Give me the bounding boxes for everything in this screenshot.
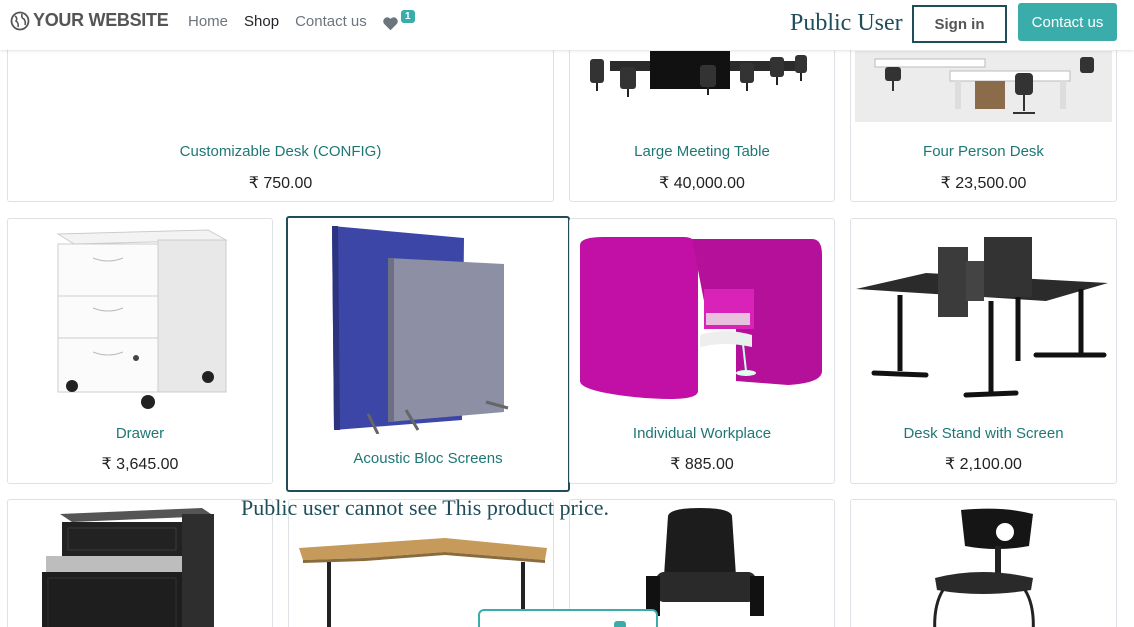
- product-price: ₹ 2,100.00: [945, 456, 1022, 473]
- product-name[interactable]: Large Meeting Table: [570, 143, 834, 160]
- contact-us-button[interactable]: Contact us: [1018, 3, 1117, 41]
- sign-in-button[interactable]: Sign in: [912, 5, 1007, 43]
- globe-icon: [10, 11, 30, 30]
- price-visibility-note: Public user cannot see This product pric…: [241, 495, 609, 520]
- product-card-drawer[interactable]: Drawer ₹ 3,645.00: [7, 218, 273, 484]
- product-name[interactable]: Customizable Desk (CONFIG): [8, 143, 553, 160]
- nav-home[interactable]: Home: [188, 13, 228, 30]
- product-card-customizable-desk[interactable]: Customizable Desk (CONFIG) ₹ 750.00: [7, 30, 554, 202]
- product-image[interactable]: [921, 506, 1051, 627]
- product-card-four-person-desk[interactable]: Four Person Desk ₹ 23,500.00: [850, 30, 1117, 202]
- product-image[interactable]: [856, 231, 1113, 399]
- heart-icon: [383, 17, 398, 31]
- product-name[interactable]: Drawer: [8, 425, 272, 442]
- product-card-desk-stand-with-screen[interactable]: Desk Stand with Screen ₹ 2,100.00: [850, 218, 1117, 484]
- product-card-cabinet[interactable]: [7, 499, 273, 627]
- product-card-large-meeting-table[interactable]: Large Meeting Table ₹ 40,000.00: [569, 30, 835, 202]
- product-image[interactable]: [580, 51, 826, 126]
- product-price: ₹ 3,645.00: [101, 456, 179, 473]
- site-logo[interactable]: YOUR WEBSITE: [10, 10, 169, 31]
- product-price: ₹ 40,000.00: [659, 175, 745, 192]
- product-name[interactable]: Acoustic Bloc Screens: [288, 450, 568, 467]
- nav-shop[interactable]: Shop: [244, 13, 279, 30]
- logo-text: YOUR WEBSITE: [33, 10, 169, 30]
- product-name[interactable]: Individual Workplace: [570, 425, 834, 442]
- nav-contact[interactable]: Contact us: [295, 13, 367, 30]
- wishlist-count-badge: 1: [401, 10, 415, 23]
- product-name[interactable]: Four Person Desk: [851, 143, 1116, 160]
- product-price: ₹ 885.00: [670, 456, 734, 473]
- product-card-acoustic-bloc-screens[interactable]: Acoustic Bloc Screens: [286, 216, 570, 492]
- product-image[interactable]: [308, 224, 548, 434]
- site-header: YOUR WEBSITE Home Shop Contact us 1 Publ…: [0, 0, 1134, 50]
- product-price: ₹ 750.00: [248, 175, 313, 192]
- product-card-stacking-chair[interactable]: [850, 499, 1117, 627]
- wishlist-link[interactable]: 1: [382, 10, 415, 32]
- floating-cart-button[interactable]: [478, 609, 658, 627]
- product-card-individual-workplace[interactable]: Individual Workplace ₹ 885.00: [569, 218, 835, 484]
- product-image[interactable]: [18, 224, 264, 414]
- product-image[interactable]: [574, 231, 832, 409]
- product-name[interactable]: Desk Stand with Screen: [851, 425, 1116, 442]
- product-image[interactable]: [640, 506, 770, 627]
- main-nav: Home Shop Contact us: [188, 13, 367, 30]
- cart-badge: [614, 621, 626, 627]
- product-image[interactable]: [855, 51, 1112, 122]
- product-price: ₹ 23,500.00: [940, 175, 1027, 192]
- product-image[interactable]: [32, 504, 222, 627]
- public-user-label: Public User: [790, 10, 903, 36]
